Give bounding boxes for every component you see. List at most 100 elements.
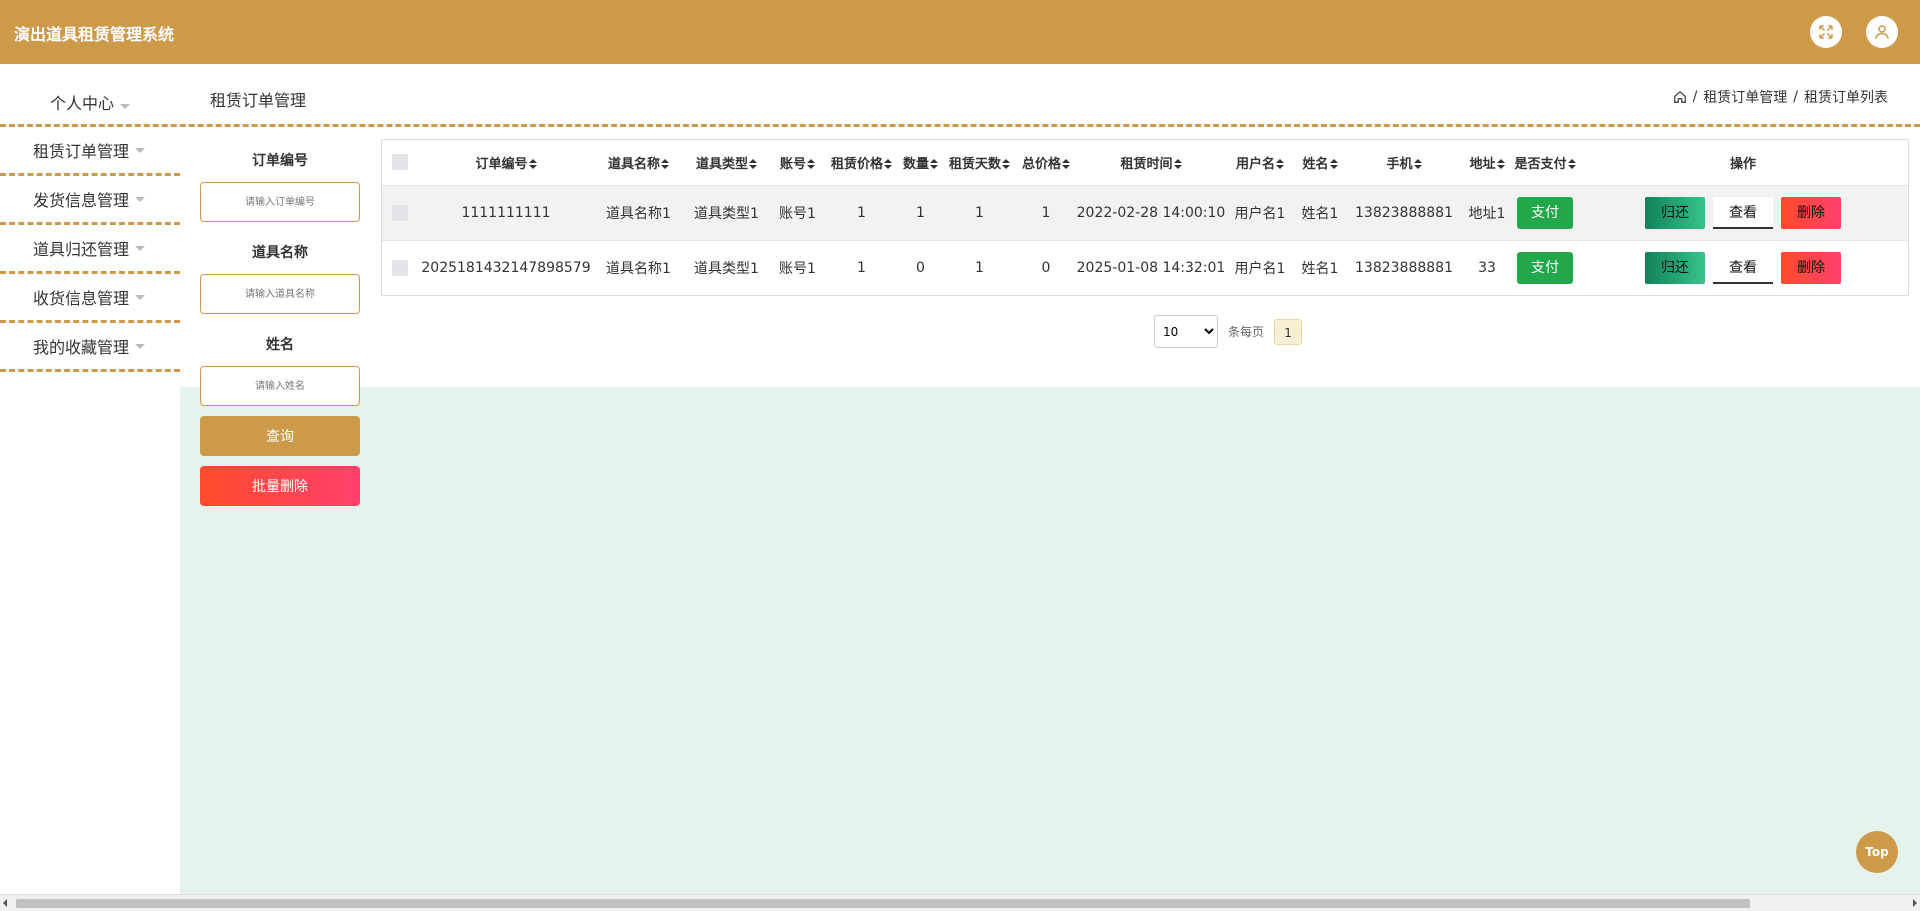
row-checkbox[interactable] — [392, 204, 408, 221]
cell-username: 用户名1 — [1226, 239, 1294, 295]
pay-button[interactable]: 支付 — [1517, 196, 1573, 229]
sort-icon — [884, 159, 892, 170]
breadcrumb-separator: / — [1692, 89, 1698, 105]
query-button[interactable]: 查询 — [200, 416, 360, 456]
batch-delete-button[interactable]: 批量删除 — [200, 466, 360, 506]
sidebar-item-label: 租赁订单管理 — [33, 142, 130, 161]
pay-button[interactable]: 支付 — [1517, 251, 1573, 284]
breadcrumb: / 租赁订单管理 / 租赁订单列表 — [1673, 87, 1888, 107]
column-header[interactable]: 租赁价格 — [825, 140, 898, 185]
column-header[interactable]: 道具类型 — [683, 140, 770, 185]
sort-icon — [661, 159, 669, 170]
column-header[interactable]: 地址 — [1462, 140, 1512, 185]
caret-down-icon — [135, 343, 146, 349]
sidebar-item-rental-orders[interactable]: 租赁订单管理 — [0, 127, 180, 176]
sidebar-item-label: 我的收藏管理 — [33, 338, 130, 357]
sort-icon — [1276, 159, 1284, 170]
breadcrumb-item[interactable]: 租赁订单管理 — [1703, 87, 1787, 107]
caret-down-icon — [135, 147, 146, 153]
column-header-actions: 操作 — [1729, 156, 1756, 172]
cell-total: 0 — [1016, 239, 1076, 295]
content-background — [180, 387, 1920, 894]
cell-prop-type: 道具类型1 — [683, 239, 770, 295]
sidebar: 个人中心 租赁订单管理 发货信息管理 道具归还管理 收货信息管理 我的收藏管理 — [0, 64, 180, 894]
home-icon[interactable] — [1673, 90, 1687, 104]
sidebar-item-shipping[interactable]: 发货信息管理 — [0, 176, 180, 225]
cell-price: 1 — [825, 184, 898, 240]
prop-name-input[interactable] — [200, 274, 360, 314]
top-header: 演出道具租赁管理系统 — [0, 0, 1920, 64]
sidebar-item-label: 收货信息管理 — [33, 289, 130, 308]
orders-table: 订单编号 道具名称 道具类型 账号 租赁价格 数量 租赁天数 总价格 租赁时间 … — [381, 139, 1909, 296]
order-no-input[interactable] — [200, 182, 360, 222]
delete-button[interactable]: 删除 — [1781, 251, 1841, 284]
column-header[interactable]: 手机 — [1346, 140, 1462, 185]
user-icon — [1875, 25, 1889, 39]
scrollbar-thumb[interactable] — [16, 899, 1750, 908]
column-header[interactable]: 订单编号 — [418, 140, 594, 185]
cell-actions: 归还 查看 删除 — [1578, 239, 1908, 295]
sort-icon — [528, 159, 537, 170]
return-button[interactable]: 归还 — [1645, 196, 1705, 229]
back-to-top-button[interactable]: Top — [1856, 831, 1898, 873]
page-size-select[interactable]: 10 — [1154, 315, 1218, 348]
cell-quantity: 0 — [898, 239, 943, 295]
select-all-checkbox[interactable] — [392, 154, 408, 171]
cell-order-no: 2025181432147898579 — [418, 239, 594, 295]
column-header[interactable]: 数量 — [898, 140, 943, 185]
view-button[interactable]: 查看 — [1713, 251, 1773, 284]
cell-account: 账号1 — [770, 184, 825, 240]
column-header[interactable]: 账号 — [770, 140, 825, 185]
cell-total: 1 — [1016, 184, 1076, 240]
cell-account: 账号1 — [770, 239, 825, 295]
sort-icon — [1173, 159, 1182, 170]
sidebar-item-prop-return[interactable]: 道具归还管理 — [0, 225, 180, 274]
sort-icon — [749, 159, 757, 170]
cell-prop-type: 道具类型1 — [683, 184, 770, 240]
return-button[interactable]: 归还 — [1645, 251, 1705, 284]
column-header[interactable]: 总价格 — [1016, 140, 1076, 185]
cell-prop-name: 道具名称1 — [594, 239, 683, 295]
scroll-right-icon[interactable] — [1913, 899, 1917, 907]
name-label: 姓名 — [266, 337, 294, 353]
pagination: 10 条每页 1 — [1154, 315, 1303, 348]
sidebar-item-personal-center[interactable]: 个人中心 — [0, 90, 180, 114]
search-panel: 订单编号 道具名称 姓名 查询 批量删除 — [200, 140, 360, 506]
sidebar-item-label: 个人中心 — [49, 94, 114, 113]
sort-icon — [1329, 159, 1338, 170]
cell-days: 1 — [943, 239, 1016, 295]
fullscreen-button[interactable] — [1810, 16, 1842, 48]
sort-icon — [1062, 159, 1070, 170]
column-header[interactable]: 用户名 — [1226, 140, 1294, 185]
column-header[interactable]: 道具名称 — [594, 140, 683, 185]
horizontal-scrollbar[interactable] — [0, 894, 1920, 911]
cell-price: 1 — [825, 239, 898, 295]
cell-username: 用户名1 — [1226, 184, 1294, 240]
cell-quantity: 1 — [898, 184, 943, 240]
sidebar-item-receiving[interactable]: 收货信息管理 — [0, 274, 180, 323]
column-header[interactable]: 是否支付 — [1512, 140, 1578, 185]
order-no-label: 订单编号 — [252, 153, 308, 169]
caret-down-icon — [135, 196, 146, 202]
fullscreen-icon — [1819, 25, 1833, 39]
cell-actions: 归还 查看 删除 — [1578, 184, 1908, 240]
user-button[interactable] — [1866, 16, 1898, 48]
sort-icon — [807, 159, 815, 170]
column-header[interactable]: 姓名 — [1294, 140, 1346, 185]
sidebar-item-favorites[interactable]: 我的收藏管理 — [0, 323, 180, 372]
scroll-left-icon[interactable] — [3, 899, 7, 907]
view-button[interactable]: 查看 — [1713, 196, 1773, 229]
cell-phone: 13823888881 — [1346, 239, 1462, 295]
delete-button[interactable]: 删除 — [1781, 196, 1841, 229]
page-number-current[interactable]: 1 — [1274, 318, 1303, 345]
cell-name: 姓名1 — [1294, 184, 1346, 240]
caret-down-icon — [135, 294, 146, 300]
cell-address: 33 — [1462, 239, 1512, 295]
sort-icon — [1413, 159, 1422, 170]
name-input[interactable] — [200, 366, 360, 406]
app-title: 演出道具租赁管理系统 — [14, 25, 175, 44]
column-header[interactable]: 租赁时间 — [1076, 140, 1226, 185]
row-checkbox[interactable] — [392, 259, 408, 276]
cell-time: 2025-01-08 14:32:01 — [1076, 239, 1226, 295]
column-header[interactable]: 租赁天数 — [943, 140, 1016, 185]
